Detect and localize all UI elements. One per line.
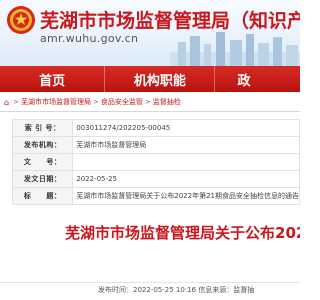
header-banner: 芜湖市市场监督管理局（知识产 amr.wuhu.gov.cn xyxy=(0,0,300,66)
doc-title-label: 标 题： xyxy=(11,187,74,205)
table-row: 索 引 号： 003011274/202205-00045 xyxy=(11,119,300,137)
document-info-table: 索 引 号： 003011274/202205-00045 发布机构： 芜湖市市… xyxy=(11,119,300,205)
site-url: amr.wuhu.gov.cn xyxy=(40,32,139,45)
breadcrumb-item[interactable]: 芜湖市市场监督管理局 xyxy=(21,97,91,107)
site-title: 芜湖市市场监督管理局（知识产 xyxy=(40,10,300,32)
table-row: 发文日期： 2022-05-25 xyxy=(11,170,300,188)
table-row: 标 题： 芜湖市市场监督管理局关于公布2022年第21期食品安全抽检信息的通告 xyxy=(11,187,300,205)
home-icon: ⌂ xyxy=(4,97,10,107)
doc-number-value xyxy=(72,153,300,171)
publish-info: 发布时间：2022-05-25 10:16 信息来源：监督抽 xyxy=(98,286,255,294)
breadcrumb-item[interactable]: 食品安全监管 xyxy=(101,97,143,107)
nav-item-home[interactable]: 首页 xyxy=(0,66,104,92)
index-number-value: 003011274/202205-00045 xyxy=(72,119,300,137)
main-nav: 首页 机构职能 政 xyxy=(0,66,300,92)
table-row: 发布机构： 芜湖市市场监督管理局 xyxy=(11,136,300,154)
nav-item-organization[interactable]: 机构职能 xyxy=(105,66,214,92)
doc-title-value: 芜湖市市场监督管理局关于公布2022年第21期食品安全抽检信息的通告 xyxy=(72,187,300,205)
index-number-label: 索 引 号： xyxy=(11,119,74,137)
breadcrumb-separator: > xyxy=(144,98,151,106)
doc-number-label: 文 号： xyxy=(11,153,74,171)
breadcrumb: ⌂ > 芜湖市市场监督管理局 > 食品安全监管 > 监督抽检 xyxy=(0,95,300,109)
publisher-label: 发布机构： xyxy=(11,136,74,154)
issue-date-value: 2022-05-25 xyxy=(72,170,300,188)
issue-date-label: 发文日期： xyxy=(11,170,74,188)
article-title: 芜湖市市场监督管理局关于公布2022年 xyxy=(65,224,300,242)
breadcrumb-item[interactable]: 监督抽检 xyxy=(153,97,181,107)
breadcrumb-separator: > xyxy=(92,98,99,106)
city-skyline-image xyxy=(170,32,300,66)
table-row: 文 号： xyxy=(11,153,300,171)
breadcrumb-separator: > xyxy=(13,98,19,106)
publisher-value: 芜湖市市场监督管理局 xyxy=(72,136,300,154)
content-divider xyxy=(0,111,300,112)
national-emblem-icon xyxy=(7,6,35,34)
nav-item-policy[interactable]: 政 xyxy=(215,66,300,92)
title-divider xyxy=(0,282,300,283)
